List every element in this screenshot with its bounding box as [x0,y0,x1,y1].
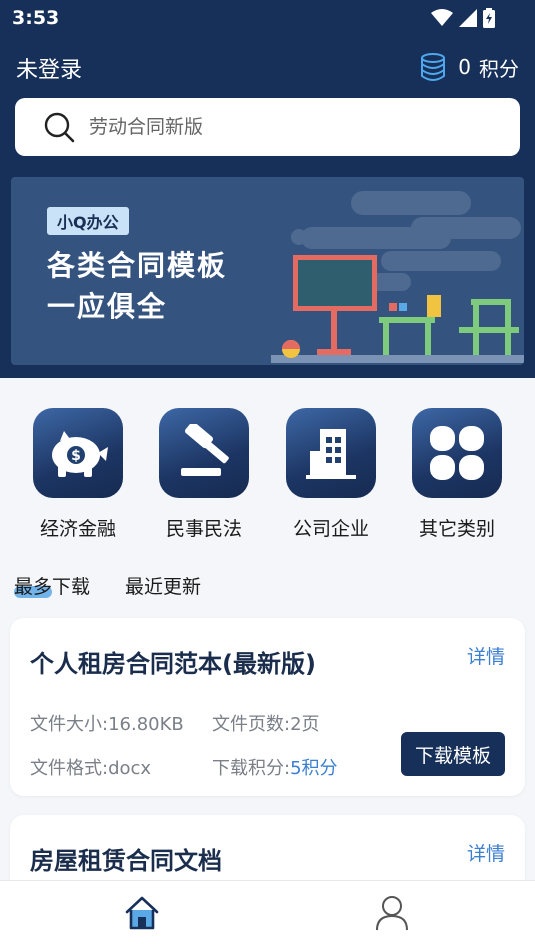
user-icon [376,896,408,931]
detail-link[interactable]: 详情 [467,642,505,669]
tab-most-downloaded[interactable]: 最多下载 [14,572,90,599]
gavel-icon [181,424,229,476]
banner-tag: 小Q办公 [47,207,129,235]
user-row: 未登录 0 积分 [0,50,535,86]
search-input[interactable] [89,116,449,138]
nav-home[interactable] [124,895,160,935]
category-civil-law[interactable]: 民事民法 [149,408,259,541]
promo-banner[interactable]: 小Q办公 各类合同模板 一应俱全 [11,177,524,365]
tab-label: 最近更新 [125,576,202,598]
category-grid: $ 经济金融 民事民法 公司企业 其它类别 [0,408,535,548]
home-icon [125,896,159,930]
points-display[interactable]: 0 积分 [420,52,519,82]
building-icon [306,429,356,479]
grid-icon [430,426,484,480]
signal-icon [459,9,477,27]
file-size: 文件大小:16.80KB [30,714,184,735]
category-tile[interactable] [412,408,502,498]
download-points-label: 下载积分: [212,758,291,779]
nav-profile[interactable] [375,895,409,935]
bottom-nav [0,880,535,951]
category-label: 公司企业 [292,518,369,540]
status-bar: 3:53 [0,0,535,36]
category-label: 民事民法 [165,518,242,540]
piggy-bank-icon: $ [52,431,108,477]
tab-recently-updated[interactable]: 最近更新 [125,572,201,599]
banner-illustration [271,191,524,363]
status-time: 3:53 [12,7,60,29]
category-other[interactable]: 其它类别 [402,408,512,541]
tab-label: 最多下载 [14,576,91,598]
points-unit: 积分 [479,56,519,81]
status-icons [431,8,495,28]
category-label: 经济金融 [39,518,116,540]
banner-headline-1: 各类合同模板 [47,249,228,282]
banner-headline-2: 一应俱全 [47,290,168,323]
search-icon [44,112,75,143]
template-card[interactable]: 个人租房合同范本(最新版) 详情 文件大小:16.80KB 文件页数:2页 文件… [10,618,525,796]
download-points-value: 5积分 [290,758,338,779]
wifi-icon [431,9,453,26]
template-title: 房屋租赁合同文档 [30,847,222,875]
login-status[interactable]: 未登录 [16,52,82,84]
download-points: 下载积分:5积分 [212,754,338,780]
category-tile[interactable] [159,408,249,498]
file-pages: 文件页数:2页 [212,714,320,735]
points-value: 0 [458,55,471,79]
category-company[interactable]: 公司企业 [276,408,386,541]
category-label: 其它类别 [418,518,495,540]
category-tile[interactable]: $ [33,408,123,498]
search-bar[interactable] [15,98,520,156]
template-title: 个人租房合同范本(最新版) [30,650,316,678]
svg-text:$: $ [71,448,81,464]
download-template-button[interactable]: 下载模板 [401,732,505,776]
file-format: 文件格式:docx [30,758,152,779]
detail-link[interactable]: 详情 [467,839,505,866]
coins-icon [421,53,446,81]
category-finance[interactable]: $ 经济金融 [23,408,133,541]
battery-icon [483,8,495,28]
category-tile[interactable] [286,408,376,498]
